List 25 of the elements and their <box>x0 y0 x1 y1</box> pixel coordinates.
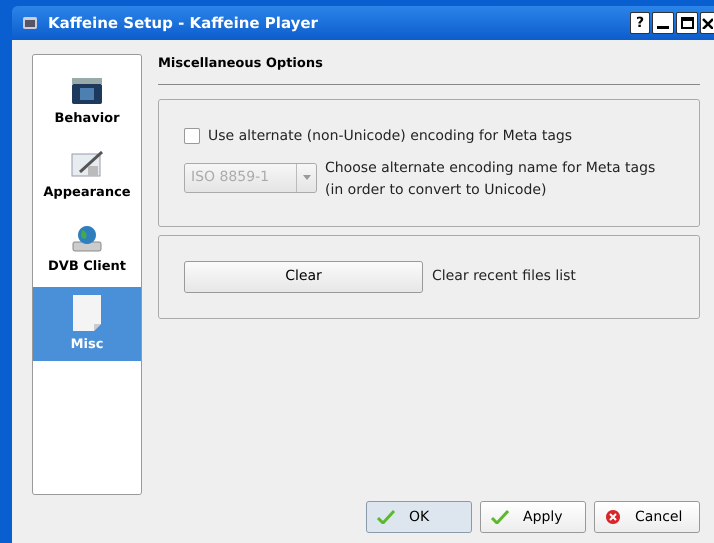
close-button[interactable] <box>700 12 714 34</box>
dialog-button[interactable]: Apply <box>480 501 586 533</box>
clapperboard-icon <box>70 76 104 106</box>
checkmark-icon <box>377 510 395 524</box>
sidebar-item[interactable]: Behavior <box>33 65 141 139</box>
page-title: Miscellaneous Options <box>158 54 700 84</box>
dialog-button[interactable]: OK <box>366 501 472 533</box>
checkmark-icon <box>491 510 509 524</box>
clear-button[interactable]: Clear <box>184 260 423 292</box>
checkbox-label: Use alternate (non-Unicode) encoding for Meta tags <box>208 126 572 146</box>
drive-globe-icon <box>70 224 104 254</box>
minimize-button[interactable] <box>652 12 674 34</box>
encoding-description: Choose alternate encoding name for Meta tags (in order to convert to Unicode) <box>325 158 656 200</box>
sidebar-item[interactable]: DVB Client <box>33 213 141 287</box>
dropdown-arrow-icon <box>302 175 310 180</box>
sidebar-item[interactable]: Appearance <box>33 139 141 213</box>
dialog-button[interactable]: Cancel <box>594 501 700 533</box>
help-button[interactable]: ? <box>630 12 650 34</box>
document-icon <box>72 294 102 332</box>
window-title: Kaffeine Setup - Kaffeine Player <box>48 12 318 34</box>
cancel-icon <box>605 509 621 525</box>
maximize-button[interactable] <box>676 12 698 34</box>
clear-description: Clear recent files list <box>432 267 576 286</box>
checkbox[interactable] <box>184 128 200 144</box>
app-icon <box>22 15 38 31</box>
